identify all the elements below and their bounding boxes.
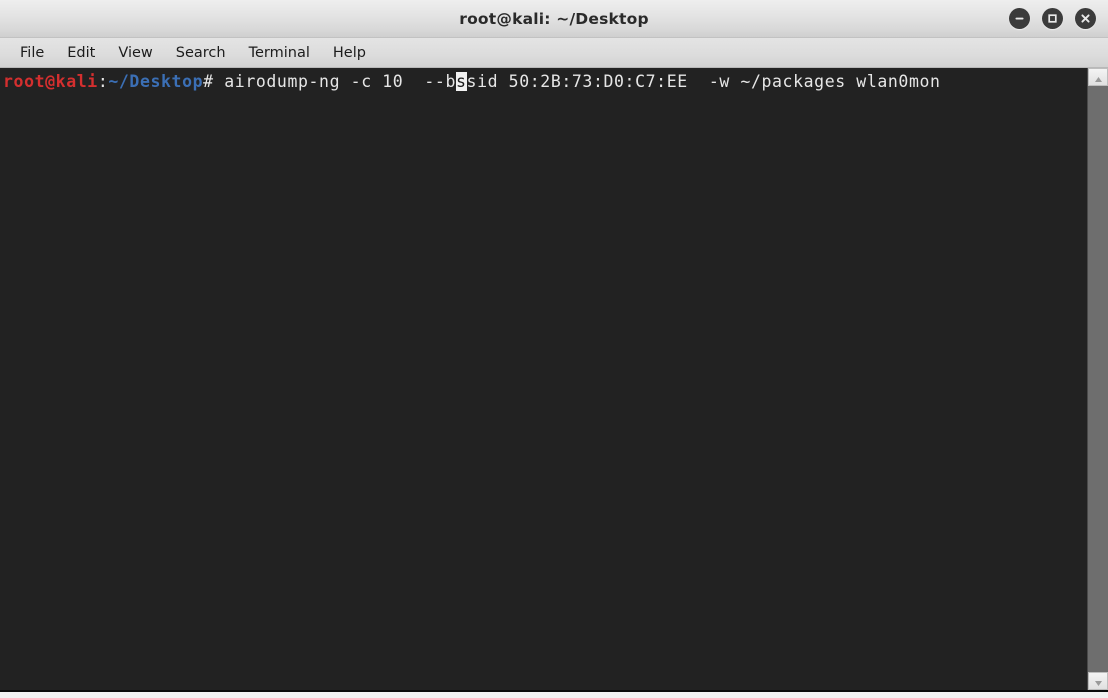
menu-item-terminal[interactable]: Terminal (239, 42, 320, 64)
close-icon (1079, 12, 1092, 25)
command-text-before-cursor: airodump-ng -c 10 --b (224, 72, 456, 91)
terminal-prompt-line: root@kali:~/Desktop# airodump-ng -c 10 -… (3, 71, 1087, 93)
menu-bar: File Edit View Search Terminal Help (0, 38, 1108, 68)
text-cursor: s (456, 72, 467, 91)
terminal-area: root@kali:~/Desktop# airodump-ng -c 10 -… (0, 68, 1108, 692)
minimize-icon (1013, 12, 1026, 25)
close-button[interactable] (1075, 8, 1096, 29)
maximize-button[interactable] (1042, 8, 1063, 29)
menu-item-edit[interactable]: Edit (57, 42, 105, 64)
vertical-scrollbar[interactable] (1087, 68, 1108, 690)
window-controls (1009, 0, 1096, 37)
scrollbar-up-button[interactable] (1088, 68, 1108, 86)
menu-item-search[interactable]: Search (166, 42, 236, 64)
window-bottom-edge (0, 692, 1108, 698)
chevron-up-icon (1094, 68, 1103, 87)
maximize-icon (1046, 12, 1059, 25)
scrollbar-down-button[interactable] (1088, 672, 1108, 690)
terminal-window: root@kali: ~/Desktop File Edit View Sear… (0, 0, 1108, 698)
chevron-down-icon (1094, 672, 1103, 691)
command-text-after-cursor: sid 50:2B:73:D0:C7:EE -w ~/packages wlan… (466, 72, 941, 91)
menu-item-file[interactable]: File (10, 42, 54, 64)
terminal-screen[interactable]: root@kali:~/Desktop# airodump-ng -c 10 -… (0, 68, 1087, 690)
minimize-button[interactable] (1009, 8, 1030, 29)
menu-item-help[interactable]: Help (323, 42, 376, 64)
prompt-user-host: root@kali (3, 72, 98, 91)
window-title: root@kali: ~/Desktop (459, 9, 649, 28)
prompt-path: ~/Desktop (108, 72, 204, 91)
prompt-sigil: # (203, 72, 225, 91)
scrollbar-trough[interactable] (1088, 86, 1108, 672)
prompt-colon: : (97, 72, 109, 91)
menu-item-view[interactable]: View (108, 42, 162, 64)
window-titlebar[interactable]: root@kali: ~/Desktop (0, 0, 1108, 38)
